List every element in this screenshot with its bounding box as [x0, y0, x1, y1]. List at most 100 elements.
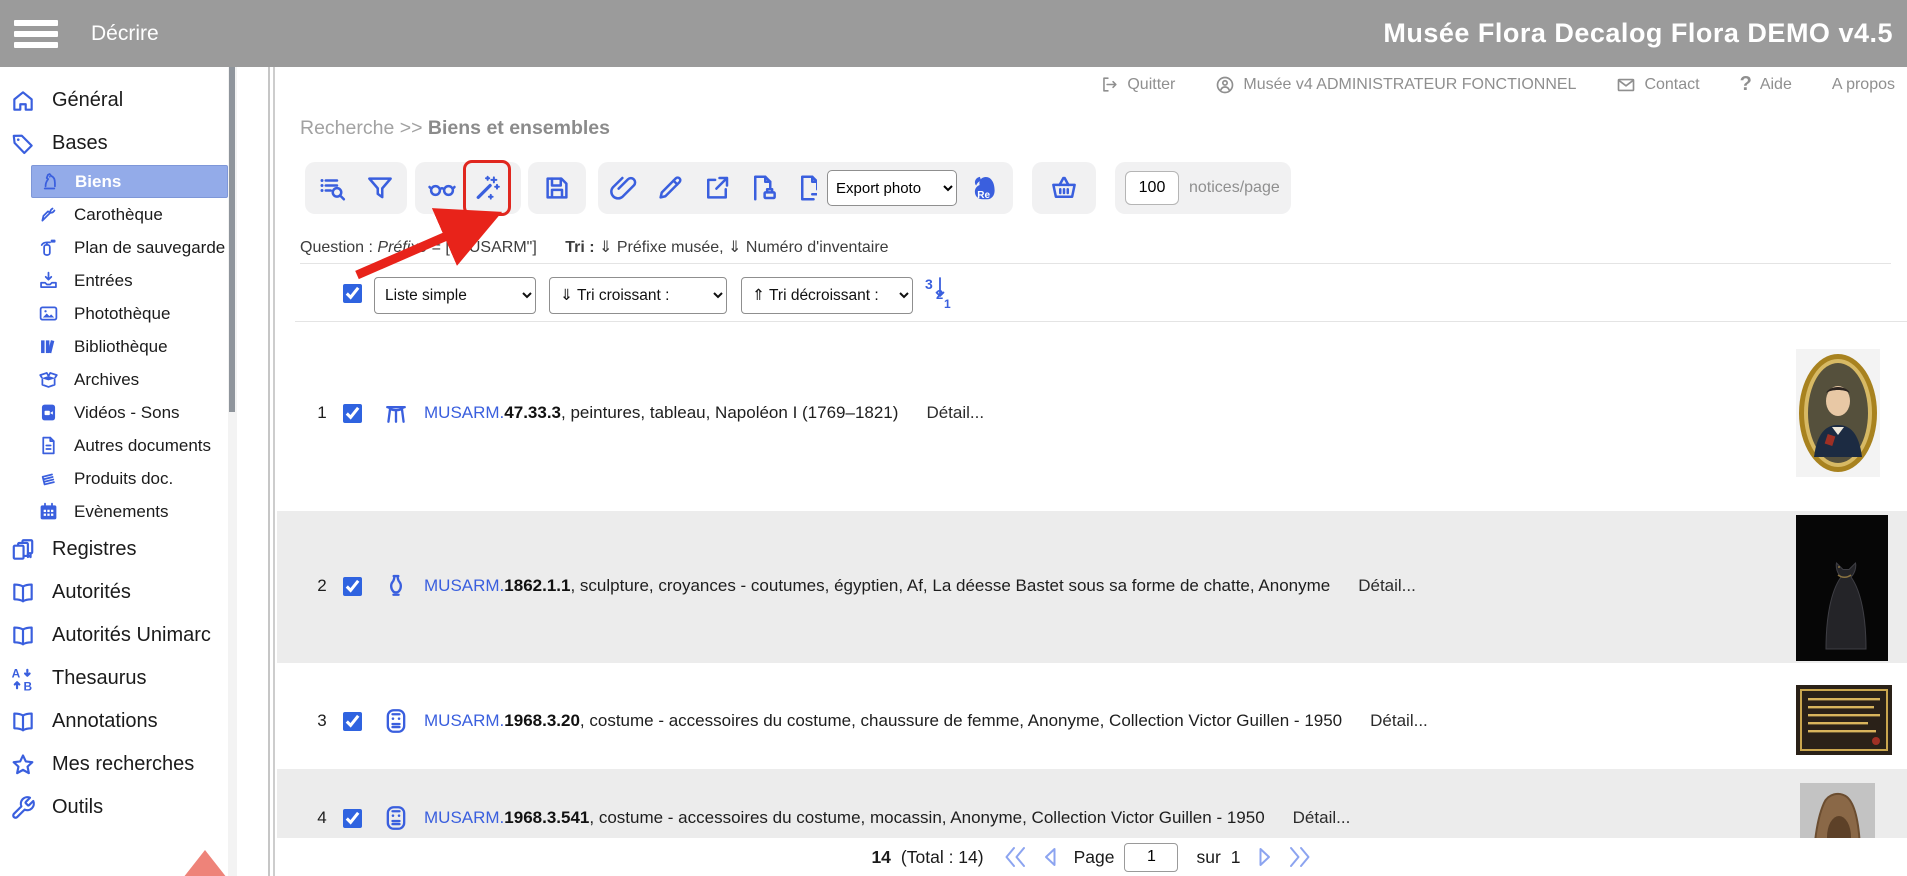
record-description: , peintures, tableau, Napoléon I (1769–1… — [561, 403, 899, 422]
preview-button[interactable] — [425, 168, 459, 208]
detail-link[interactable]: Détail... — [926, 403, 984, 423]
question-mark-icon: ? — [1739, 73, 1752, 95]
row-checkbox[interactable] — [343, 711, 362, 731]
sidebar-item-produits-doc[interactable]: Produits doc. — [0, 462, 228, 495]
filter-icon — [368, 177, 392, 199]
save-button[interactable] — [540, 168, 574, 208]
attach-button[interactable] — [606, 168, 640, 208]
furniture-icon — [382, 399, 410, 427]
sidebar-item-biens[interactable]: Biens — [31, 165, 228, 198]
toolbar-group-paging: notices/page — [1115, 162, 1291, 214]
sidebar-item-plan-sauvegarde[interactable]: Plan de sauvegarde — [0, 231, 228, 264]
toolbar-group-search — [305, 162, 407, 214]
save-icon — [546, 177, 568, 199]
open-book-icon — [13, 711, 33, 731]
toolbar-group-save — [528, 162, 586, 214]
thumbnail-plaque[interactable] — [1796, 685, 1892, 755]
svg-text:A: A — [12, 666, 21, 680]
row-number: 4 — [317, 808, 327, 827]
sidebar-item-entrees[interactable]: Entrées — [0, 264, 228, 297]
detail-link[interactable]: Détail... — [1293, 808, 1351, 828]
select-all-checkbox[interactable] — [343, 284, 362, 303]
sidebar-item-annotations[interactable]: Annotations — [0, 700, 228, 743]
filter-button[interactable] — [363, 168, 397, 208]
squirrel-logo-button[interactable]: Re — [967, 168, 1001, 208]
row-number: 2 — [317, 576, 327, 595]
previous-page-button[interactable] — [1038, 844, 1064, 870]
sidebar-item-evenements[interactable]: Evènements — [0, 495, 228, 528]
sidebar-item-carotheque[interactable]: Carothèque — [0, 198, 228, 231]
archive-box-icon — [39, 372, 58, 388]
basket-icon — [1052, 176, 1076, 198]
print-document-button[interactable] — [747, 168, 781, 208]
last-page-button[interactable] — [1287, 844, 1313, 870]
core-sample-icon — [41, 207, 56, 222]
result-row-1: 1 MUSARM.47.33.3, peintures, tableau, Na… — [277, 323, 1907, 511]
basket-button[interactable] — [1047, 168, 1081, 208]
sidebar-item-videos-sons[interactable]: Vidéos - Sons — [0, 396, 228, 429]
sidebar-item-general[interactable]: Général — [0, 79, 228, 122]
next-page-button[interactable] — [1251, 844, 1277, 870]
sidebar-scrollbar[interactable] — [228, 67, 237, 876]
sidebar-item-bases[interactable]: Bases — [0, 122, 228, 165]
tag-icon — [12, 134, 33, 154]
record-description: , costume - accessoires du costume, moca… — [589, 808, 1265, 827]
display-mode-select[interactable]: Liste simple — [374, 277, 536, 314]
sidebar-item-registres[interactable]: Registres — [0, 528, 228, 571]
scrollbar-thumb[interactable] — [229, 67, 235, 412]
detail-link[interactable]: Détail... — [1370, 711, 1428, 731]
sidebar-item-autres-documents[interactable]: Autres documents — [0, 429, 228, 462]
thumbnail-napoleon-portrait[interactable] — [1796, 349, 1880, 477]
sort-ascending-select[interactable]: ⇓ Tri croissant : — [549, 277, 727, 314]
magic-wand-button[interactable] — [470, 168, 504, 208]
sur-label: sur — [1196, 846, 1221, 867]
apropos-link[interactable]: A propos — [1832, 76, 1895, 94]
record-link[interactable]: MUSARM. — [424, 403, 504, 422]
notices-per-page-input[interactable] — [1125, 171, 1179, 205]
logo-triangle — [172, 850, 238, 876]
row-checkbox[interactable] — [343, 808, 362, 828]
aide-link[interactable]: ? Aide — [1740, 73, 1792, 96]
user-icon — [1217, 76, 1234, 93]
list-search-button[interactable] — [315, 168, 349, 208]
squirrel-logo-icon: Re — [974, 176, 995, 201]
row-checkbox[interactable] — [343, 576, 362, 596]
numeric-sort-icon[interactable]: 321 — [925, 276, 955, 316]
result-row-2: 2 MUSARM.1862.1.1, sculpture, croyances … — [277, 511, 1907, 663]
breadcrumb-current: Biens et ensembles — [427, 117, 611, 139]
app-window: Décrire Musée Flora Decalog Flora DEMO v… — [0, 0, 1907, 876]
record-link[interactable]: MUSARM. — [424, 711, 504, 730]
sidebar-item-autorites-unimarc[interactable]: Autorités Unimarc — [0, 614, 228, 657]
sidebar-item-mes-recherches[interactable]: Mes recherches — [0, 743, 228, 786]
sidebar-item-bibliotheque[interactable]: Bibliothèque — [0, 330, 228, 363]
sidebar-item-autorites[interactable]: Autorités — [0, 571, 228, 614]
sidebar-item-phototheque[interactable]: Photothèque — [0, 297, 228, 330]
export-photo-select[interactable]: Export photo — [827, 170, 957, 206]
thumbnail-bastet-cat[interactable] — [1796, 515, 1888, 661]
external-link-icon — [707, 176, 729, 199]
detail-link[interactable]: Détail... — [1358, 576, 1416, 596]
record-link[interactable]: MUSARM. — [424, 808, 504, 827]
hamburger-menu-icon[interactable] — [14, 15, 58, 53]
open-external-button[interactable] — [700, 168, 734, 208]
sort-value: ⇓ Préfixe musée, ⇓ Numéro d'inventaire — [599, 239, 889, 256]
sort-alpha-icon: AB — [12, 666, 33, 692]
user-account[interactable]: Musée v4 ADMINISTRATEUR FONCTIONNEL — [1215, 75, 1576, 95]
registers-icon — [12, 538, 34, 560]
quitter-link[interactable]: Quitter — [1100, 75, 1175, 94]
edit-button[interactable] — [653, 168, 687, 208]
sidebar-item-archives[interactable]: Archives — [0, 363, 228, 396]
sidebar-item-thesaurus[interactable]: AB Thesaurus — [0, 657, 228, 700]
page-input[interactable] — [1124, 842, 1179, 872]
sidebar-item-outils[interactable]: Outils — [0, 786, 228, 829]
record-description: , sculpture, croyances - coutumes, égypt… — [570, 576, 1331, 595]
contact-link[interactable]: Contact — [1616, 75, 1700, 95]
divider — [300, 263, 1891, 264]
sort-descending-select[interactable]: ⇑ Tri décroissant : — [741, 277, 913, 314]
page-label: Page — [1073, 846, 1115, 867]
results-controls: Liste simple ⇓ Tri croissant : ⇑ Tri déc… — [277, 274, 1907, 318]
first-page-button[interactable] — [1002, 844, 1028, 870]
record-link[interactable]: MUSARM. — [424, 576, 504, 595]
row-checkbox[interactable] — [343, 403, 362, 423]
record-description: , costume - accessoires du costume, chau… — [579, 711, 1343, 730]
